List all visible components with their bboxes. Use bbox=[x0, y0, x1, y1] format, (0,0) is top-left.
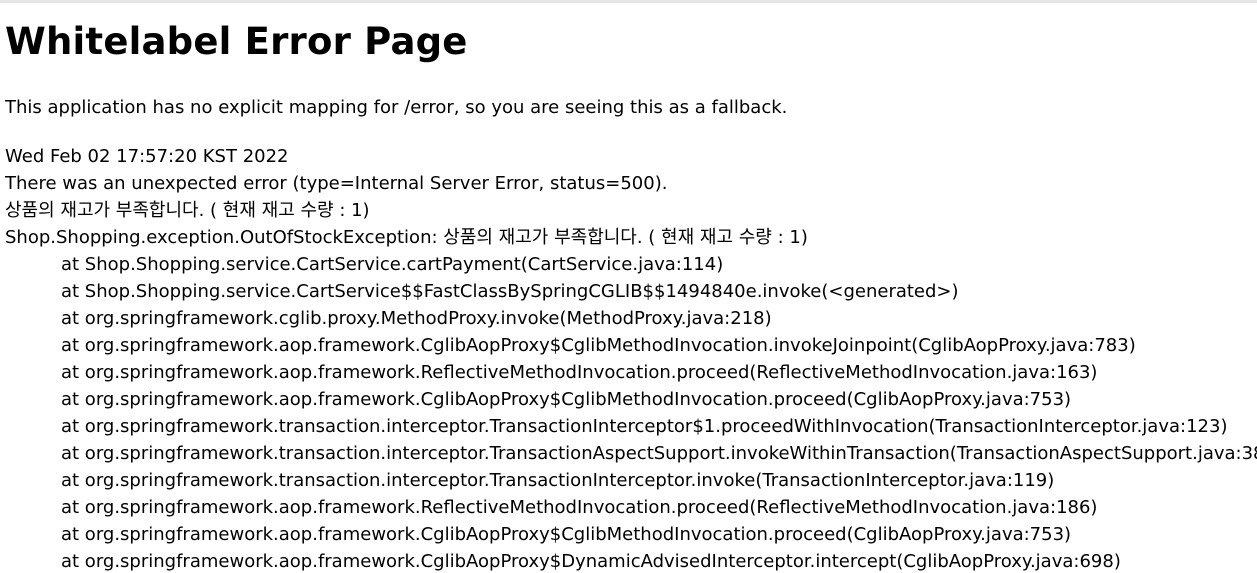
page-title: Whitelabel Error Page bbox=[5, 20, 468, 63]
stack-trace-line: at Shop.Shopping.service.CartService$$Fa… bbox=[61, 281, 959, 302]
stack-trace-line: at org.springframework.transaction.inter… bbox=[61, 443, 1257, 464]
stack-trace-line: at org.springframework.transaction.inter… bbox=[61, 470, 1055, 491]
error-summary: There was an unexpected error (type=Inte… bbox=[5, 173, 668, 194]
stack-trace-line: at org.springframework.cglib.proxy.Metho… bbox=[61, 308, 772, 329]
error-details: Wed Feb 02 17:57:20 KST 2022 There was a… bbox=[5, 143, 1257, 573]
stack-trace-line: at org.springframework.aop.framework.Cgl… bbox=[61, 335, 1136, 356]
exception-line: Shop.Shopping.exception.OutOfStockExcept… bbox=[5, 227, 808, 248]
stack-trace-line: at org.springframework.aop.framework.Ref… bbox=[61, 497, 1098, 518]
stack-trace-line: at org.springframework.aop.framework.Cgl… bbox=[61, 524, 1072, 545]
stack-trace-line: at org.springframework.aop.framework.Ref… bbox=[61, 362, 1098, 383]
error-timestamp: Wed Feb 02 17:57:20 KST 2022 bbox=[5, 146, 289, 167]
error-message: 상품의 재고가 부족합니다. ( 현재 재고 수량 : 1) bbox=[5, 200, 370, 221]
fallback-message: This application has no explicit mapping… bbox=[5, 97, 788, 118]
stack-trace-line: at Shop.Shopping.service.CartService.car… bbox=[61, 254, 724, 275]
stack-trace-line: at org.springframework.transaction.inter… bbox=[61, 416, 1228, 437]
stack-trace-line: at org.springframework.aop.framework.Cgl… bbox=[61, 551, 1121, 572]
error-page: Whitelabel Error Page This application h… bbox=[5, 3, 1257, 573]
stack-trace-line: at org.springframework.aop.framework.Cgl… bbox=[61, 389, 1072, 410]
